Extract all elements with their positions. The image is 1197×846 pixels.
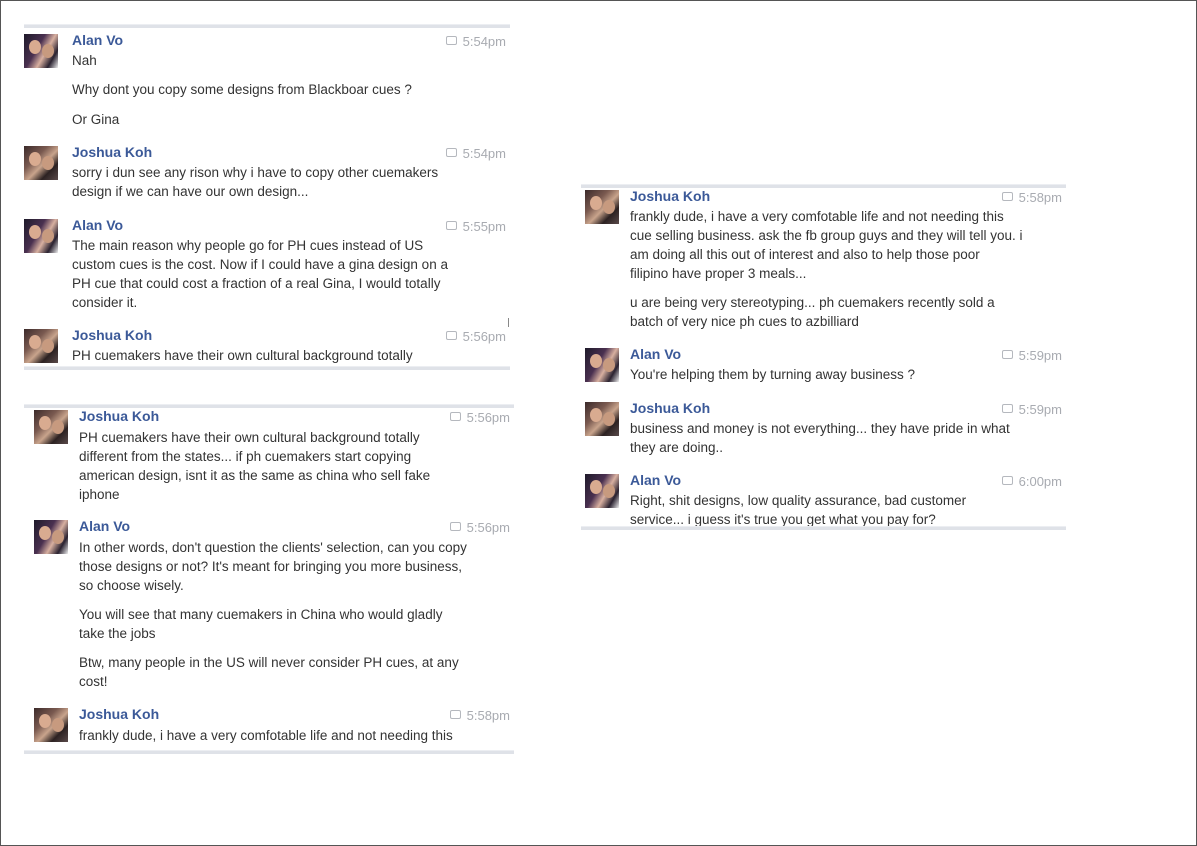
speech-bubble-icon bbox=[1001, 192, 1013, 201]
panel-top-border bbox=[24, 24, 510, 28]
timestamp: 6:00pm bbox=[1001, 474, 1062, 489]
message-text: business and money is not everything... … bbox=[630, 421, 1010, 436]
avatar[interactable] bbox=[24, 219, 58, 253]
chat-panel-3: Joshua Koh 5:58pm frankly dude, i have a… bbox=[581, 184, 1066, 530]
timestamp: 5:56pm bbox=[445, 329, 506, 344]
message-text: In other words, don't question the clien… bbox=[79, 540, 467, 555]
message-text: Right, shit designs, low quality assuran… bbox=[630, 493, 967, 508]
message-text: filipino have proper 3 meals... bbox=[630, 266, 807, 281]
speech-bubble-icon bbox=[445, 331, 457, 340]
avatar[interactable] bbox=[585, 402, 619, 436]
message-text: take the jobs bbox=[79, 626, 156, 641]
speech-bubble-icon bbox=[445, 221, 457, 230]
chat-panel-2: Joshua Koh 5:56pm PH cuemakers have thei… bbox=[24, 404, 514, 754]
author-name[interactable]: Joshua Koh bbox=[72, 327, 152, 343]
author-name[interactable]: Alan Vo bbox=[72, 217, 123, 233]
message-text: so choose wisely. bbox=[79, 578, 184, 593]
panel-bottom-border bbox=[581, 526, 1066, 530]
message-text: those designs or not? It's meant for bri… bbox=[79, 559, 463, 574]
avatar[interactable] bbox=[24, 329, 58, 363]
timestamp: 5:58pm bbox=[449, 708, 510, 723]
author-name[interactable]: Joshua Koh bbox=[79, 706, 159, 722]
speech-bubble-icon bbox=[449, 412, 461, 421]
author-name[interactable]: Alan Vo bbox=[630, 472, 681, 488]
message-text: batch of very nice ph cues to azbilliard bbox=[630, 314, 859, 329]
message-text: frankly dude, i have a very comfotable l… bbox=[79, 728, 453, 743]
message-text: u are being very stereotyping... ph cuem… bbox=[630, 295, 995, 310]
avatar[interactable] bbox=[24, 146, 58, 180]
timestamp: 5:59pm bbox=[1001, 402, 1062, 417]
avatar[interactable] bbox=[585, 348, 619, 382]
message-text: You will see that many cuemakers in Chin… bbox=[79, 607, 443, 622]
avatar[interactable] bbox=[585, 474, 619, 508]
timestamp: 5:59pm bbox=[1001, 348, 1062, 363]
message-text: You're helping them by turning away busi… bbox=[630, 367, 916, 382]
panel-bottom-border bbox=[24, 366, 510, 370]
text-cursor bbox=[508, 318, 509, 327]
author-name[interactable]: Alan Vo bbox=[72, 32, 123, 48]
message-text: Or Gina bbox=[72, 112, 120, 127]
message-text: consider it. bbox=[72, 295, 138, 310]
message-text: american design, isnt it as the same as … bbox=[79, 468, 431, 483]
message-text: cost! bbox=[79, 674, 108, 689]
message-text: frankly dude, i have a very comfotable l… bbox=[630, 209, 1004, 224]
message-text: The main reason why people go for PH cue… bbox=[72, 238, 424, 253]
author-name[interactable]: Alan Vo bbox=[630, 346, 681, 362]
speech-bubble-icon bbox=[449, 522, 461, 531]
timestamp: 5:56pm bbox=[449, 520, 510, 535]
timestamp: 5:56pm bbox=[449, 410, 510, 425]
message-text: iphone bbox=[79, 487, 120, 502]
message-text: PH cuemakers have their own cultural bac… bbox=[72, 348, 413, 363]
message-text: design if we can have our own design... bbox=[72, 184, 309, 199]
timestamp: 5:58pm bbox=[1001, 190, 1062, 205]
speech-bubble-icon bbox=[1001, 404, 1013, 413]
message-text: custom cues is the cost. Now if I could … bbox=[72, 257, 448, 272]
avatar[interactable] bbox=[34, 708, 68, 742]
message-text: Btw, many people in the US will never co… bbox=[79, 655, 459, 670]
message-text: different from the states... if ph cuema… bbox=[79, 449, 412, 464]
timestamp: 5:55pm bbox=[445, 219, 506, 234]
author-name[interactable]: Alan Vo bbox=[79, 518, 130, 534]
author-name[interactable]: Joshua Koh bbox=[630, 400, 710, 416]
avatar[interactable] bbox=[34, 410, 68, 444]
avatar[interactable] bbox=[24, 34, 58, 68]
speech-bubble-icon bbox=[449, 710, 461, 719]
message-text: PH cuemakers have their own cultural bac… bbox=[79, 430, 420, 445]
message-text: am doing all this out of interest and al… bbox=[630, 247, 980, 262]
message-text: sorry i dun see any rison why i have to … bbox=[72, 165, 439, 180]
message-text: Nah bbox=[72, 53, 97, 68]
message-text: Why dont you copy some designs from Blac… bbox=[72, 82, 412, 97]
avatar[interactable] bbox=[585, 190, 619, 224]
avatar[interactable] bbox=[34, 520, 68, 554]
panel-bottom-border bbox=[24, 750, 514, 754]
timestamp: 5:54pm bbox=[445, 34, 506, 49]
speech-bubble-icon bbox=[445, 36, 457, 45]
author-name[interactable]: Joshua Koh bbox=[79, 408, 159, 424]
timestamp: 5:54pm bbox=[445, 146, 506, 161]
message-text: cue selling business. ask the fb group g… bbox=[630, 228, 1023, 243]
message-text: they are doing.. bbox=[630, 440, 724, 455]
message-text: PH cue that could cost a fraction of a r… bbox=[72, 276, 441, 291]
speech-bubble-icon bbox=[1001, 476, 1013, 485]
author-name[interactable]: Joshua Koh bbox=[630, 188, 710, 204]
chat-panel-1: Alan Vo 5:54pm Nah Why dont you copy som… bbox=[24, 24, 510, 370]
author-name[interactable]: Joshua Koh bbox=[72, 144, 152, 160]
speech-bubble-icon bbox=[445, 148, 457, 157]
speech-bubble-icon bbox=[1001, 350, 1013, 359]
